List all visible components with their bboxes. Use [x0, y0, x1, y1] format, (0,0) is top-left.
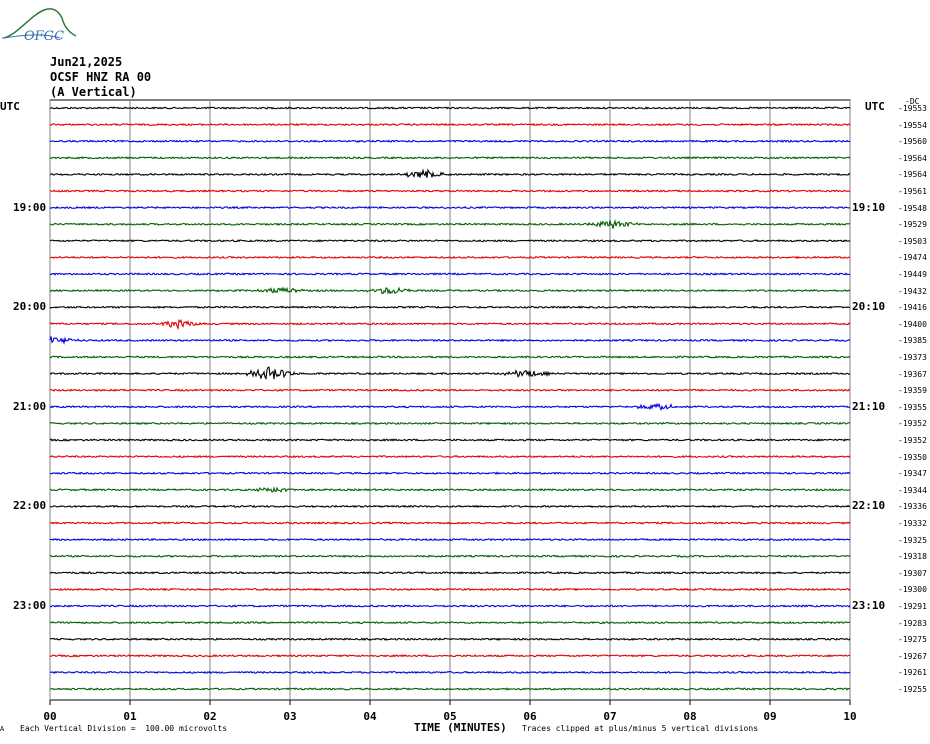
trace-offset-label: -19564	[898, 153, 927, 163]
trace-offset-label: -19255	[898, 685, 927, 694]
trace-offset-label: -19560	[898, 137, 927, 147]
right-hour-label: 22:10	[852, 499, 886, 513]
trace-offset-label: -19261	[898, 668, 927, 678]
trace-offset-label: -19352	[898, 419, 927, 429]
right-hour-label: 20:10	[852, 300, 886, 314]
x-tick-label: 07	[603, 710, 617, 723]
right-hour-label: 19:10	[852, 200, 886, 214]
trace-offset-label: -19564	[898, 170, 927, 180]
trace-offset-label: -19400	[898, 319, 927, 329]
trace-offset-label: -19355	[898, 402, 927, 412]
right-hour-label: 23:10	[852, 599, 886, 612]
trace-offset-label: -19275	[898, 635, 927, 645]
trace-offset-label: -19283	[898, 618, 927, 628]
trace-offset-label: -19352	[898, 436, 927, 445]
trace-offset-label: -19332	[898, 519, 927, 528]
trace-offset-label: -19432	[898, 286, 927, 296]
trace-offset-label: -19554	[898, 120, 927, 130]
clip-note: Traces clipped at plus/minus 5 vertical …	[522, 724, 759, 733]
helicorder-plot	[49, 99, 851, 705]
trace-offset-label: -19267	[898, 651, 927, 661]
trace-offset-label: -19350	[898, 452, 927, 462]
trace-offset-label: -19291	[898, 602, 927, 611]
trace-offset-label: -19503	[898, 236, 927, 246]
x-tick-label: 08	[683, 710, 697, 723]
x-tick-label: 02	[203, 710, 217, 723]
trace-offset-label: -19307	[898, 568, 927, 578]
x-tick-label: 06	[523, 710, 537, 723]
x-tick-label: 04	[363, 710, 377, 723]
x-tick-label: 10	[843, 710, 857, 723]
x-tick-label: 00	[43, 710, 57, 723]
trace-offset-label: -19529	[898, 220, 927, 230]
left-hour-label: 23:00	[13, 599, 47, 612]
x-tick-label: 09	[763, 710, 777, 723]
x-tick-label: 01	[123, 710, 137, 723]
trace-offset-label: -19385	[898, 336, 927, 346]
footer-mark: A	[0, 725, 5, 733]
trace-offset-label: -19449	[898, 270, 927, 279]
trace-offset-label: -19561	[898, 187, 927, 196]
x-axis-label: TIME (MINUTES)	[414, 721, 507, 734]
trace-offset-label: -19474	[898, 253, 927, 263]
trace-offset-label: -19325	[898, 535, 927, 545]
right-hour-label: 21:10	[852, 399, 886, 413]
trace-row-16	[49, 355, 851, 359]
left-hour-label: 22:00	[13, 499, 47, 513]
left-hour-label: 21:00	[13, 399, 47, 413]
trace-offset-label: -19359	[898, 386, 927, 396]
trace-offset-label: -19416	[898, 303, 927, 313]
trace-offset-label: -19367	[898, 369, 927, 379]
trace-offset-label: -19300	[898, 585, 927, 595]
trace-offset-label: -19336	[898, 502, 927, 512]
trace-offset-label: -19553	[898, 104, 927, 113]
left-hour-label: 20:00	[13, 300, 47, 314]
trace-offset-label: -19548	[898, 203, 927, 213]
scale-note: Each Vertical Division = 100.00 microvol…	[20, 724, 228, 733]
x-tick-label: 03	[283, 710, 297, 723]
trace-offset-label: -19318	[898, 552, 927, 562]
trace-offset-label: -19347	[898, 469, 927, 479]
trace-offset-label: -19373	[898, 353, 927, 362]
trace-offset-label: -19344	[898, 485, 927, 495]
left-hour-label: 19:00	[13, 200, 47, 214]
